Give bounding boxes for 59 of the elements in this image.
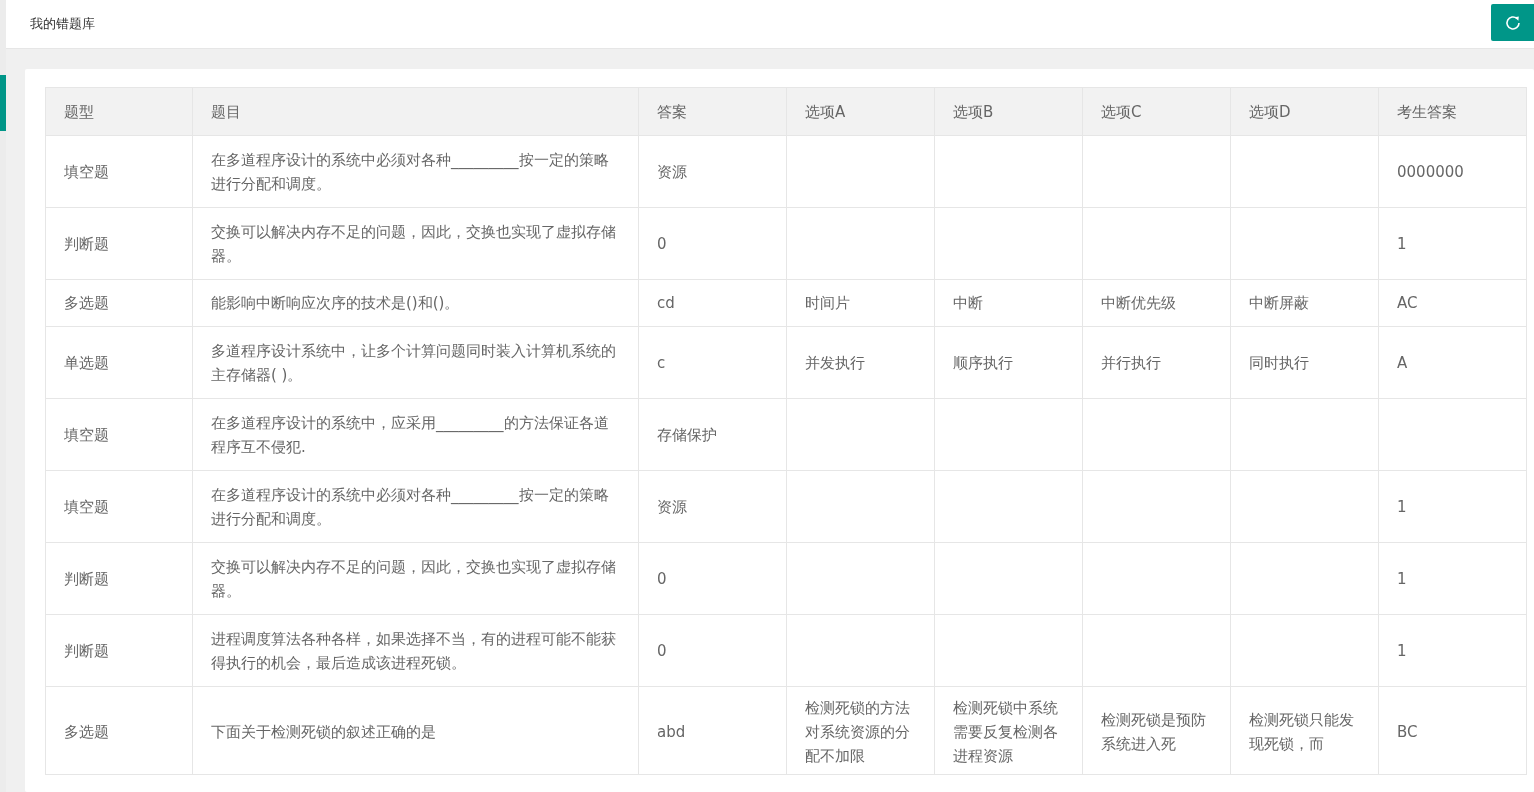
table-cell: BC (1378, 686, 1527, 775)
table-cell: 顺序执行 (934, 326, 1083, 399)
table-cell: 并发执行 (786, 326, 935, 399)
table-cell: 时间片 (786, 279, 935, 327)
refresh-icon (1503, 13, 1522, 32)
table-cell: 交换可以解决内存不足的问题，因此，交换也实现了虚拟存储器。 (192, 207, 639, 280)
column-header: 考生答案 (1378, 87, 1527, 136)
table-cell: 检测死锁是预防系统进入死 (1082, 686, 1231, 775)
table-cell: 多选题 (45, 279, 193, 327)
table-cell: 在多道程序设计的系统中必须对各种_________按一定的策略进行分配和调度。 (192, 470, 639, 543)
table-cell: AC (1378, 279, 1527, 327)
table-cell: abd (638, 686, 787, 775)
column-header: 选项A (786, 87, 935, 136)
table-cell: 并行执行 (1082, 326, 1231, 399)
table-cell: 判断题 (45, 542, 193, 615)
table-cell: 资源 (638, 470, 787, 543)
table-cell: 填空题 (45, 470, 193, 543)
column-header: 选项C (1082, 87, 1231, 136)
table-cell: 交换可以解决内存不足的问题，因此，交换也实现了虚拟存储器。 (192, 542, 639, 615)
column-header: 答案 (638, 87, 787, 136)
table-cell: 进程调度算法各种各样，如果选择不当，有的进程可能不能获得执行的机会，最后造成该进程死锁。 (192, 614, 639, 687)
table-cell: 0 (638, 614, 787, 687)
table-cell: 填空题 (45, 135, 193, 208)
table-cell: 检测死锁的方法对系统资源的分配不加限 (786, 686, 935, 775)
column-header: 选项B (934, 87, 1083, 136)
table-cell: 下面关于检测死锁的叙述正确的是 (192, 686, 639, 775)
column-header: 题目 (192, 87, 639, 136)
table-cell: 1 (1378, 542, 1527, 615)
table-cell: 单选题 (45, 326, 193, 399)
table-cell: 资源 (638, 135, 787, 208)
table-cell: 同时执行 (1230, 326, 1379, 399)
table-cell: 能影响中断响应次序的技术是()和()。 (192, 279, 639, 327)
table-cell: 1 (1378, 470, 1527, 543)
table-cell: 中断屏蔽 (1230, 279, 1379, 327)
table-cell: 0 (638, 542, 787, 615)
table-cell: 检测死锁只能发现死锁，而 (1230, 686, 1379, 775)
refresh-button[interactable] (1491, 4, 1534, 41)
table-cell: 中断 (934, 279, 1083, 327)
page-title: 我的错题库 (30, 15, 95, 33)
column-header: 题型 (45, 87, 193, 136)
table-cell: 检测死锁中系统需要反复检测各进程资源 (934, 686, 1083, 775)
table-cell: 1 (1378, 614, 1527, 687)
table-cell: 判断题 (45, 207, 193, 280)
table-cell: 在多道程序设计的系统中，应采用_________的方法保证各道程序互不侵犯. (192, 398, 639, 471)
table-cell: 多选题 (45, 686, 193, 775)
table-cell: 1 (1378, 207, 1527, 280)
table-cell: 在多道程序设计的系统中必须对各种_________按一定的策略进行分配和调度。 (192, 135, 639, 208)
table-cell: A (1378, 326, 1527, 399)
table-cell: 中断优先级 (1082, 279, 1231, 327)
table-cell: 存储保护 (638, 398, 787, 471)
table-cell: 多道程序设计系统中，让多个计算问题同时装入计算机系统的主存储器( )。 (192, 326, 639, 399)
table-cell: 填空题 (45, 398, 193, 471)
column-header: 选项D (1230, 87, 1379, 136)
table-cell: c (638, 326, 787, 399)
table-cell: 判断题 (45, 614, 193, 687)
table-cell: 0000000 (1378, 135, 1527, 208)
table-cell: cd (638, 279, 787, 327)
sidebar-marker (0, 75, 6, 131)
table-cell: 0 (638, 207, 787, 280)
